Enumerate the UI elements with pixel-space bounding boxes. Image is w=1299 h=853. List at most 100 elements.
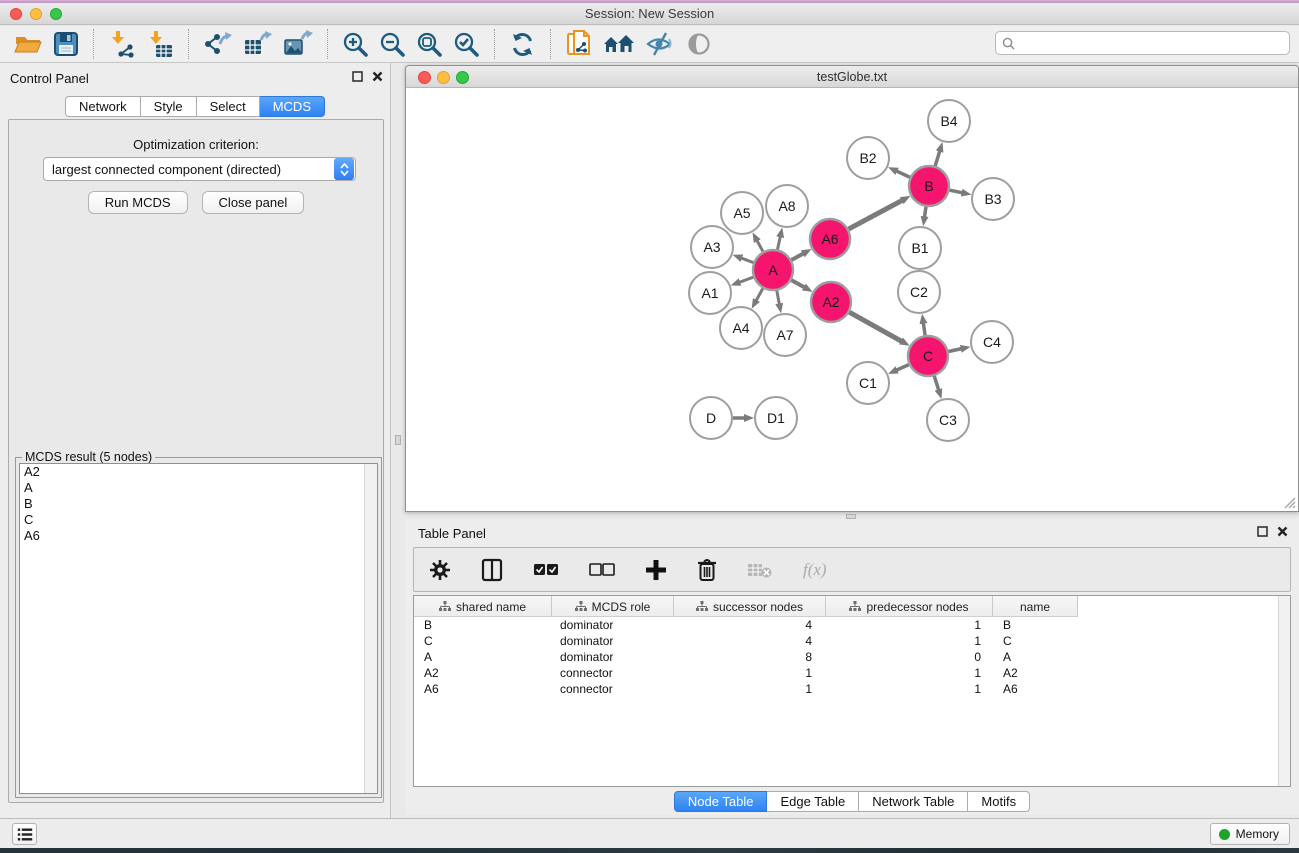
zoom-fit-button[interactable]	[416, 29, 443, 59]
table-row[interactable]: Adominator80A	[414, 649, 1078, 665]
mcds-result-item[interactable]: A	[20, 480, 377, 496]
close-table-panel-icon[interactable]	[1277, 526, 1288, 537]
graph-edge[interactable]	[924, 207, 926, 218]
graph-edge[interactable]	[777, 291, 780, 305]
graph-node-A8[interactable]: A8	[766, 185, 808, 227]
search-input[interactable]	[1020, 36, 1283, 50]
table-row[interactable]: A2connector11A2	[414, 665, 1078, 681]
mcds-result-item[interactable]: A6	[20, 528, 377, 544]
graph-node-D1[interactable]: D1	[755, 397, 797, 439]
column-header-successor-nodes[interactable]: successor nodes	[674, 596, 826, 617]
float-panel-icon[interactable]	[352, 71, 363, 82]
task-history-button[interactable]	[12, 823, 37, 845]
network-canvas[interactable]: B4B2BB3A5A8A6A3B1AA1C2A2A4A7C4CC1C3DD1	[406, 88, 1298, 511]
graph-node-D[interactable]: D	[690, 397, 732, 439]
graph-node-C[interactable]: C	[908, 336, 948, 376]
duplicate-network-button[interactable]	[565, 29, 593, 59]
graph-edge[interactable]	[739, 277, 753, 282]
graph-node-A1[interactable]: A1	[689, 272, 731, 314]
zoom-in-button[interactable]	[342, 29, 369, 59]
deselect-all-button[interactable]	[589, 555, 615, 585]
zoom-selected-button[interactable]	[453, 29, 480, 59]
graph-edge[interactable]	[935, 151, 940, 166]
mcds-result-item[interactable]: B	[20, 496, 377, 512]
memory-button[interactable]: Memory	[1210, 823, 1290, 845]
mcds-result-item[interactable]: C	[20, 512, 377, 528]
graph-edge[interactable]	[923, 323, 925, 336]
graph-edge[interactable]	[756, 288, 763, 300]
graph-edge[interactable]	[849, 200, 903, 229]
column-header-shared-name[interactable]: shared name	[414, 596, 552, 617]
graph-node-A[interactable]: A	[753, 250, 793, 290]
graph-node-B[interactable]: B	[909, 166, 949, 206]
table-row[interactable]: Bdominator41B	[414, 617, 1078, 633]
delete-table-button[interactable]	[747, 555, 773, 585]
graph-node-C1[interactable]: C1	[847, 362, 889, 404]
column-header-mcds-role[interactable]: MCDS role	[552, 596, 674, 617]
graph-edge[interactable]	[791, 280, 804, 287]
criterion-dropdown[interactable]: largest connected component (directed)	[43, 157, 356, 181]
graph-node-B3[interactable]: B3	[972, 178, 1014, 220]
import-table-button[interactable]	[146, 29, 174, 59]
zoom-out-button[interactable]	[379, 29, 406, 59]
refresh-button[interactable]	[509, 29, 536, 59]
graph-edge[interactable]	[896, 171, 910, 177]
graph-node-A7[interactable]: A7	[764, 314, 806, 356]
tab-select[interactable]: Select	[197, 96, 260, 117]
vertical-split-handle[interactable]	[395, 435, 401, 445]
network-window-titlebar[interactable]: testGlobe.txt	[406, 66, 1298, 88]
delete-column-button[interactable]	[697, 555, 717, 585]
home-button[interactable]	[603, 29, 635, 59]
column-header-predecessor-nodes[interactable]: predecessor nodes	[826, 596, 993, 617]
float-table-panel-icon[interactable]	[1257, 526, 1268, 537]
table-settings-button[interactable]	[429, 555, 451, 585]
table-row[interactable]: A6connector11A6	[414, 681, 1078, 697]
import-network-button[interactable]	[108, 29, 136, 59]
graph-node-A4[interactable]: A4	[720, 307, 762, 349]
mcds-result-list[interactable]: A2ABCA6	[19, 463, 378, 794]
graph-node-A6[interactable]: A6	[810, 219, 850, 259]
table-scrollbar[interactable]	[1278, 596, 1290, 786]
graph-node-C3[interactable]: C3	[927, 399, 969, 441]
export-table-button[interactable]	[243, 29, 273, 59]
graph-node-C4[interactable]: C4	[971, 321, 1013, 363]
tab-edge-table[interactable]: Edge Table	[767, 791, 859, 812]
show-details-button[interactable]	[685, 29, 713, 59]
tab-style[interactable]: Style	[141, 96, 197, 117]
create-column-button[interactable]	[645, 555, 667, 585]
graph-edge[interactable]	[741, 258, 753, 263]
tab-node-table[interactable]: Node Table	[674, 791, 768, 812]
export-network-button[interactable]	[203, 29, 233, 59]
graph-node-A5[interactable]: A5	[721, 192, 763, 234]
tab-network[interactable]: Network	[65, 96, 141, 117]
graph-edge[interactable]	[849, 312, 901, 341]
hide-details-button[interactable]	[645, 29, 675, 59]
tab-mcds[interactable]: MCDS	[260, 96, 325, 117]
function-builder-button[interactable]: f(x)	[803, 555, 827, 585]
graph-edge[interactable]	[950, 190, 963, 193]
select-all-button[interactable]	[533, 555, 559, 585]
mcds-result-item[interactable]: A2	[20, 464, 377, 480]
tab-network-table[interactable]: Network Table	[859, 791, 968, 812]
close-panel-button[interactable]: Close panel	[202, 191, 305, 214]
export-image-button[interactable]	[283, 29, 313, 59]
graph-edge[interactable]	[777, 236, 780, 249]
graph-edge[interactable]	[791, 253, 803, 260]
table-row[interactable]: Cdominator41C	[414, 633, 1078, 649]
graph-edge[interactable]	[757, 240, 763, 251]
graph-edge[interactable]	[934, 376, 938, 390]
graph-node-B4[interactable]: B4	[928, 100, 970, 142]
mcds-list-scrollbar[interactable]	[364, 464, 377, 793]
show-column-button[interactable]	[481, 555, 503, 585]
resize-grip-icon[interactable]	[1282, 495, 1296, 509]
graph-edge[interactable]	[949, 349, 962, 352]
search-field[interactable]	[995, 31, 1290, 55]
run-mcds-button[interactable]: Run MCDS	[88, 191, 188, 214]
graph-node-C2[interactable]: C2	[898, 271, 940, 313]
save-session-button[interactable]	[53, 29, 79, 59]
close-panel-icon[interactable]	[372, 71, 383, 82]
graph-node-A2[interactable]: A2	[811, 282, 851, 322]
tab-motifs[interactable]: Motifs	[968, 791, 1030, 812]
graph-node-A3[interactable]: A3	[691, 226, 733, 268]
graph-node-B1[interactable]: B1	[899, 227, 941, 269]
